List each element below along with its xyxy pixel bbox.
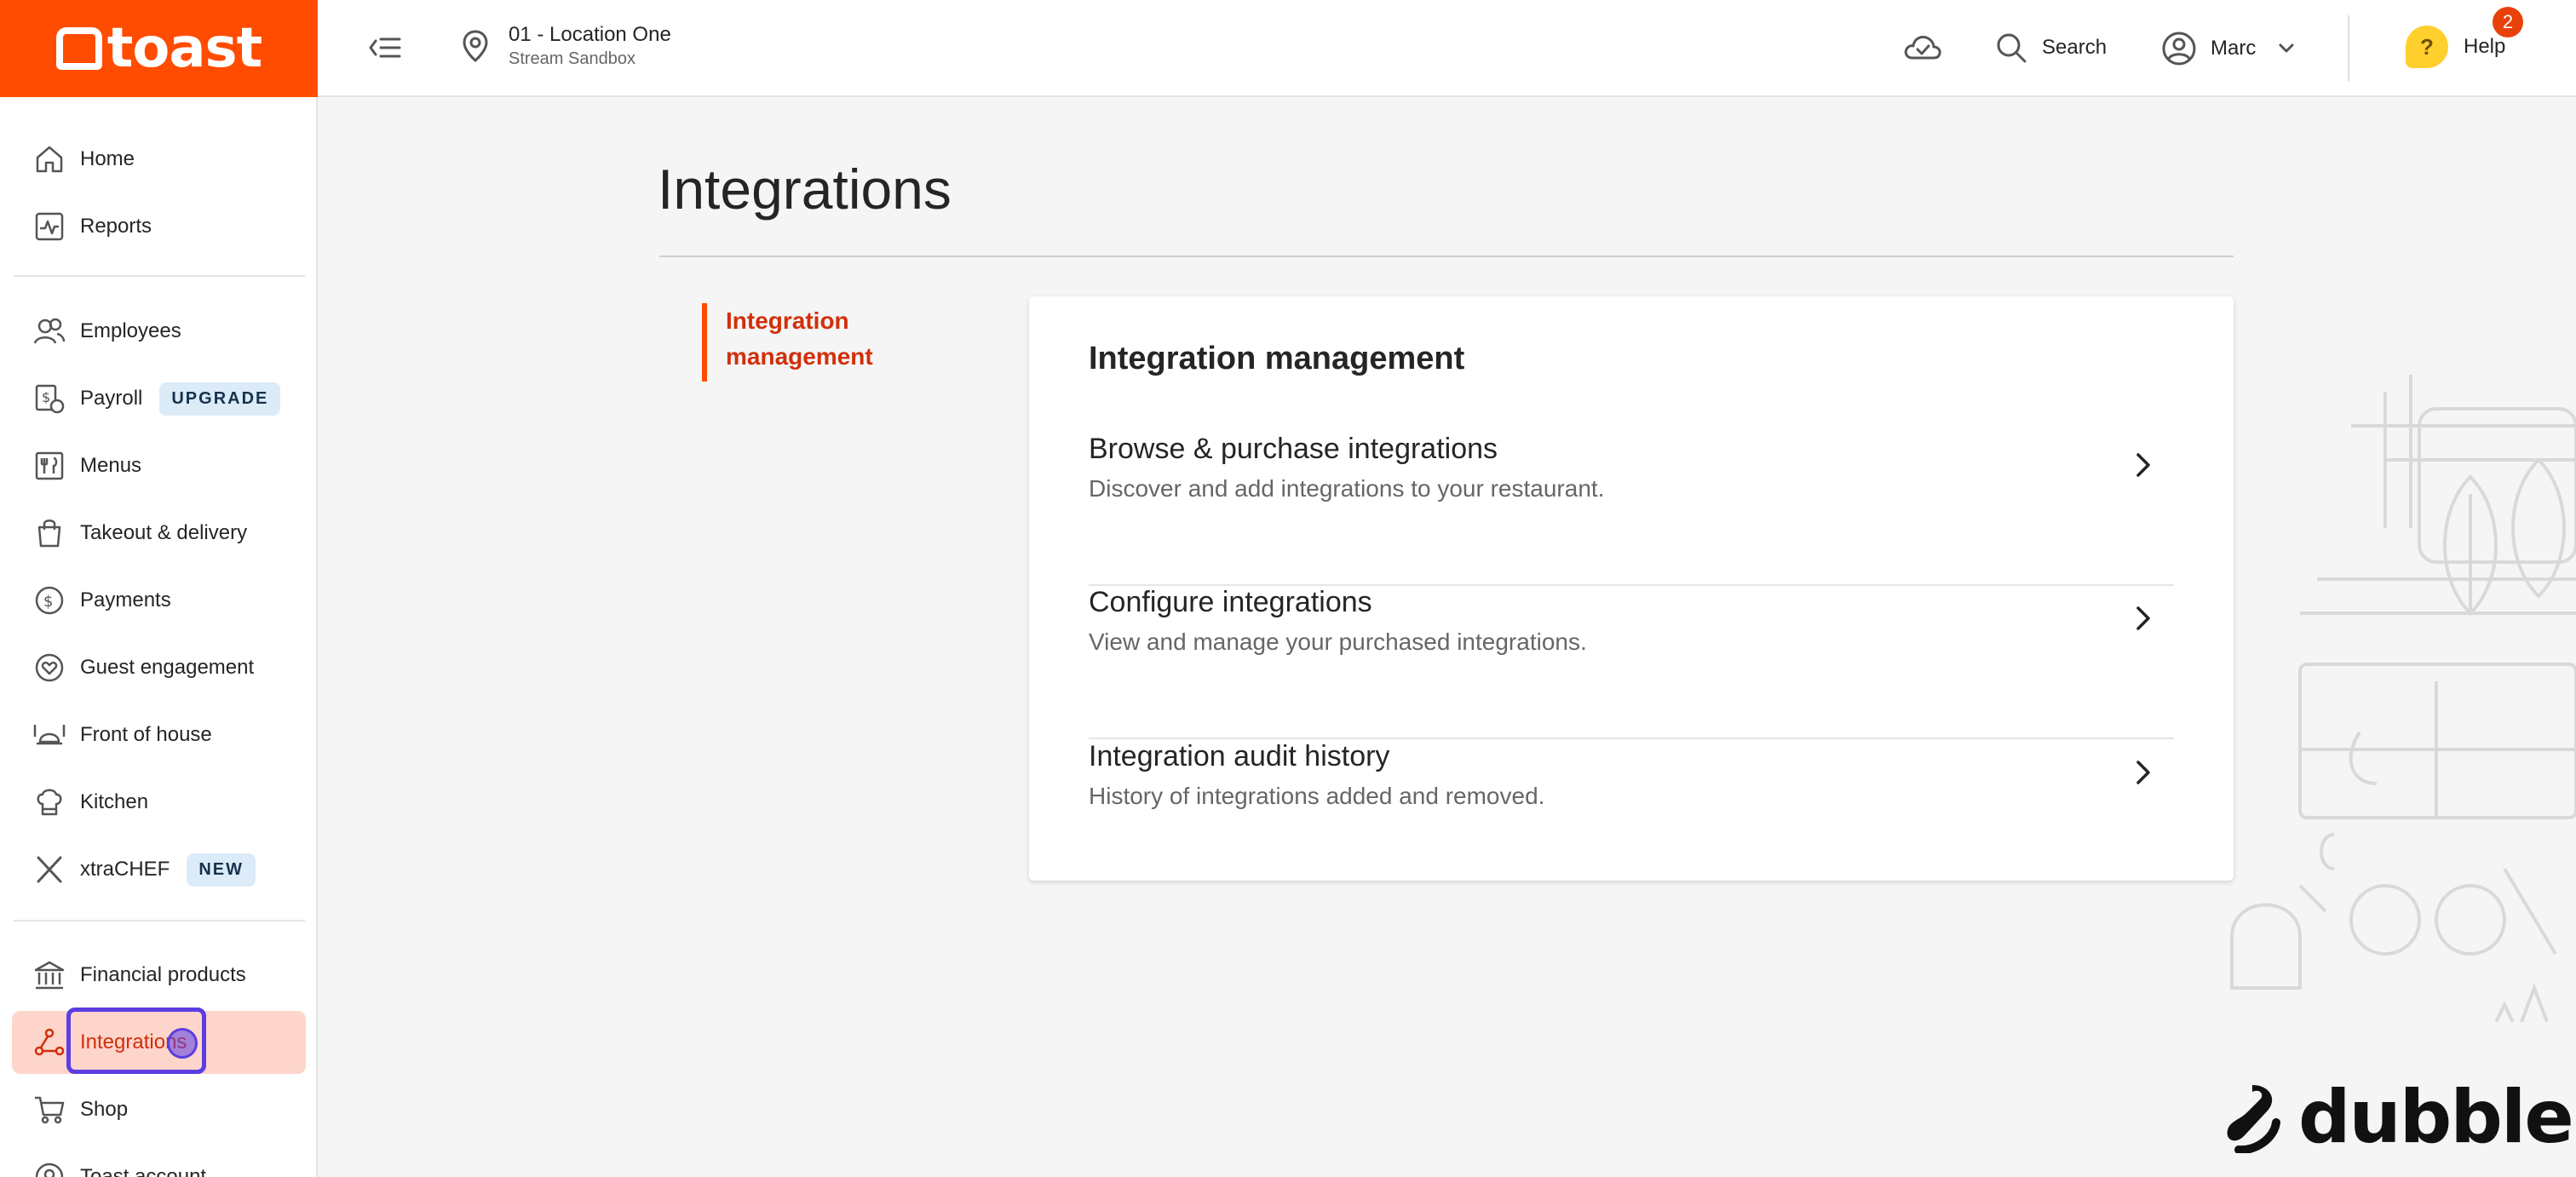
sidebar-item-guest-engagement[interactable]: Guest engagement (12, 636, 306, 699)
upgrade-badge: UPGRADE (159, 382, 281, 416)
sidebar-item-home[interactable]: Home (12, 128, 306, 191)
takeout-icon (32, 516, 66, 550)
user-menu[interactable]: Marc (2161, 31, 2295, 66)
sidebar-item-label: Reports (80, 215, 152, 238)
sidebar-item-reports[interactable]: Reports (12, 195, 306, 258)
sidebar-item-xtrachef[interactable]: xtraCHEF NEW (12, 838, 306, 901)
sidebar-item-kitchen[interactable]: Kitchen (12, 771, 306, 834)
chevron-right-icon (2136, 761, 2150, 784)
svg-text:$: $ (42, 389, 50, 405)
xtrachef-icon (32, 853, 66, 887)
sidebar-item-label: xtraCHEF (80, 858, 170, 881)
sidebar: Home Reports Employees $ Payroll UPGRADE… (0, 97, 318, 1177)
home-icon (32, 142, 66, 176)
help-label: Help (2464, 35, 2506, 58)
toast-logo[interactable]: toast (0, 0, 318, 97)
search-label: Search (2042, 36, 2107, 59)
sidebar-item-takeout-delivery[interactable]: Takeout & delivery (12, 502, 306, 565)
sidebar-item-label: Integrations (80, 1031, 187, 1054)
sidebar-item-label: Financial products (80, 963, 246, 986)
configure-integrations-row[interactable]: Configure integrations View and manage y… (1089, 586, 2174, 739)
search-icon (1997, 33, 2027, 63)
sidebar-item-shop[interactable]: Shop (12, 1078, 306, 1141)
sidebar-divider (14, 275, 305, 277)
sidebar-item-label: Payroll (80, 387, 143, 410)
row-description: Discover and add integrations to your re… (1089, 475, 1605, 502)
sidebar-item-label: Home (80, 147, 135, 170)
sidebar-item-menus[interactable]: Menus (12, 434, 306, 497)
sidebar-item-financial-products[interactable]: Financial products (12, 944, 306, 1007)
dubble-watermark: dubble (2222, 1075, 2574, 1160)
sidebar-item-label: Toast account (80, 1165, 207, 1177)
top-header: 01 - Location One Stream Sandbox Search … (318, 0, 2576, 97)
row-divider (1089, 738, 2174, 739)
kitchen-icon (32, 785, 66, 819)
row-description: View and manage your purchased integrati… (1089, 629, 1587, 655)
title-divider (659, 255, 2234, 257)
bank-icon (32, 958, 66, 992)
sidebar-item-front-of-house[interactable]: Front of house (12, 703, 306, 766)
account-icon (32, 1160, 66, 1177)
sidebar-item-label: Front of house (80, 723, 212, 746)
integration-management-card: Integration management Browse & purchase… (1029, 296, 2234, 881)
user-name: Marc (2211, 37, 2257, 60)
collapse-menu-icon[interactable] (367, 32, 401, 63)
payroll-icon: $ (32, 382, 66, 416)
row-title: Integration audit history (1089, 740, 1390, 772)
guest-engagement-icon (32, 651, 66, 685)
chevron-down-icon (2279, 43, 2294, 53)
sidebar-item-employees[interactable]: Employees (12, 300, 306, 363)
row-title: Configure integrations (1089, 586, 1372, 618)
sidebar-item-payroll[interactable]: $ Payroll UPGRADE (12, 367, 306, 430)
search-button[interactable]: Search (1994, 31, 2107, 65)
new-badge: NEW (187, 853, 256, 887)
help-button[interactable]: ? Help (2406, 26, 2505, 68)
sidebar-item-label: Employees (80, 319, 181, 342)
row-description: History of integrations added and remove… (1089, 783, 1545, 809)
front-of-house-icon (32, 718, 66, 752)
cart-icon (32, 1093, 66, 1127)
reports-icon (32, 210, 66, 244)
sidebar-item-label: Takeout & delivery (80, 521, 248, 544)
chevron-right-icon (2136, 606, 2150, 630)
sidebar-item-label: Guest engagement (80, 656, 255, 679)
payments-icon: $ (32, 583, 66, 617)
sidebar-item-toast-account[interactable]: Toast account (12, 1145, 306, 1177)
location-subtitle: Stream Sandbox (509, 49, 635, 68)
sidebar-divider (14, 920, 305, 922)
browse-purchase-integrations-row[interactable]: Browse & purchase integrations Discover … (1089, 433, 2174, 586)
row-title: Browse & purchase integrations (1089, 433, 1498, 465)
user-icon (2162, 32, 2196, 66)
subnav-integration-management[interactable]: Integration management (702, 303, 957, 382)
dubble-text: dubble (2298, 1075, 2574, 1160)
location-switcher[interactable]: 01 - Location One Stream Sandbox (463, 22, 671, 70)
sync-status-button[interactable] (1902, 31, 1943, 65)
page-title: Integrations (658, 158, 952, 221)
help-icon: ? (2406, 26, 2448, 68)
location-pin-icon (463, 30, 488, 62)
logo-text: toast (106, 17, 262, 80)
integration-audit-history-row[interactable]: Integration audit history History of int… (1089, 740, 2174, 842)
dubble-logo-icon (2227, 1085, 2280, 1153)
sidebar-item-label: Menus (80, 454, 142, 477)
sidebar-item-label: Kitchen (80, 790, 149, 813)
toast-logo-icon (55, 27, 102, 70)
sidebar-item-payments[interactable]: $ Payments (12, 569, 306, 632)
cloud-check-icon (1904, 36, 1941, 60)
svg-text:$: $ (43, 593, 53, 611)
chevron-right-icon (2136, 453, 2150, 477)
help-notification-badge: 2 (2493, 7, 2523, 37)
card-heading: Integration management (1089, 341, 1465, 376)
header-divider (2348, 15, 2349, 82)
location-name: 01 - Location One (509, 23, 671, 46)
sidebar-item-label: Payments (80, 588, 171, 611)
sidebar-item-integrations[interactable]: Integrations (12, 1011, 306, 1074)
employees-icon (32, 314, 66, 348)
sidebar-item-label: Shop (80, 1098, 129, 1121)
menus-icon (32, 449, 66, 483)
integrations-icon (32, 1025, 66, 1059)
